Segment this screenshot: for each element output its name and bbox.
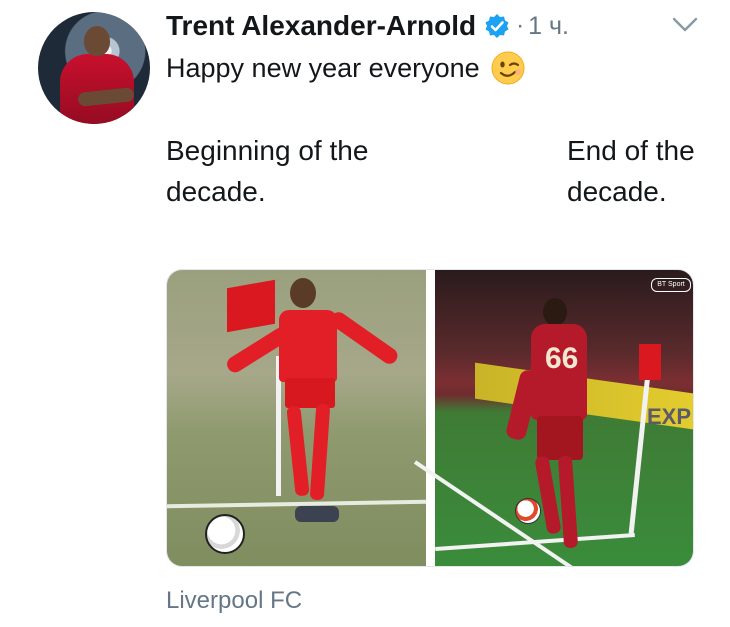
- separator-dot: ·: [516, 12, 525, 39]
- photo-end-of-decade[interactable]: BT Sport EXP 66: [413, 270, 693, 566]
- caption-right: End of the decade.: [567, 135, 695, 207]
- winking-face-emoji: [490, 50, 526, 86]
- player-head: [290, 278, 316, 308]
- tweet-text-content: Happy new year everyone: [166, 52, 480, 83]
- author-name[interactable]: Trent Alexander-Arnold: [166, 10, 476, 42]
- photo-beginning-of-decade[interactable]: [167, 270, 427, 566]
- football-right: [515, 498, 541, 524]
- tweet-header: Trent Alexander-Arnold · 1 ч.: [166, 8, 569, 44]
- player-boots: [295, 506, 339, 522]
- player-shirt: [279, 310, 337, 382]
- shirt-number: 66: [545, 342, 579, 375]
- corner-flag-right: [639, 344, 661, 380]
- avatar[interactable]: [38, 12, 150, 124]
- photo-divider: [426, 270, 435, 566]
- watermark-badge: BT Sport: [651, 278, 691, 292]
- player-arm-right: [327, 309, 401, 367]
- player-shorts-right: [537, 416, 583, 460]
- goal-line: [435, 533, 635, 551]
- verified-badge-icon: [484, 13, 510, 39]
- tweet-timestamp[interactable]: 1 ч.: [528, 12, 569, 41]
- avatar-head: [84, 26, 110, 56]
- tweet-location[interactable]: Liverpool FC: [166, 587, 302, 615]
- player-leg-right-b: [557, 455, 579, 549]
- player-shorts: [285, 378, 335, 408]
- tweet-media[interactable]: BT Sport EXP 66: [166, 269, 694, 567]
- player-leg-right: [309, 403, 331, 501]
- player-leg-left: [286, 405, 310, 497]
- player-head-right: [543, 298, 567, 326]
- football: [205, 514, 245, 554]
- chevron-down-icon[interactable]: [672, 16, 698, 34]
- caption-left: Beginning of the decade.: [166, 135, 369, 207]
- board-text: EXP: [647, 404, 692, 429]
- corner-flag: [227, 279, 275, 333]
- tweet-text: Happy new year everyone: [166, 50, 526, 86]
